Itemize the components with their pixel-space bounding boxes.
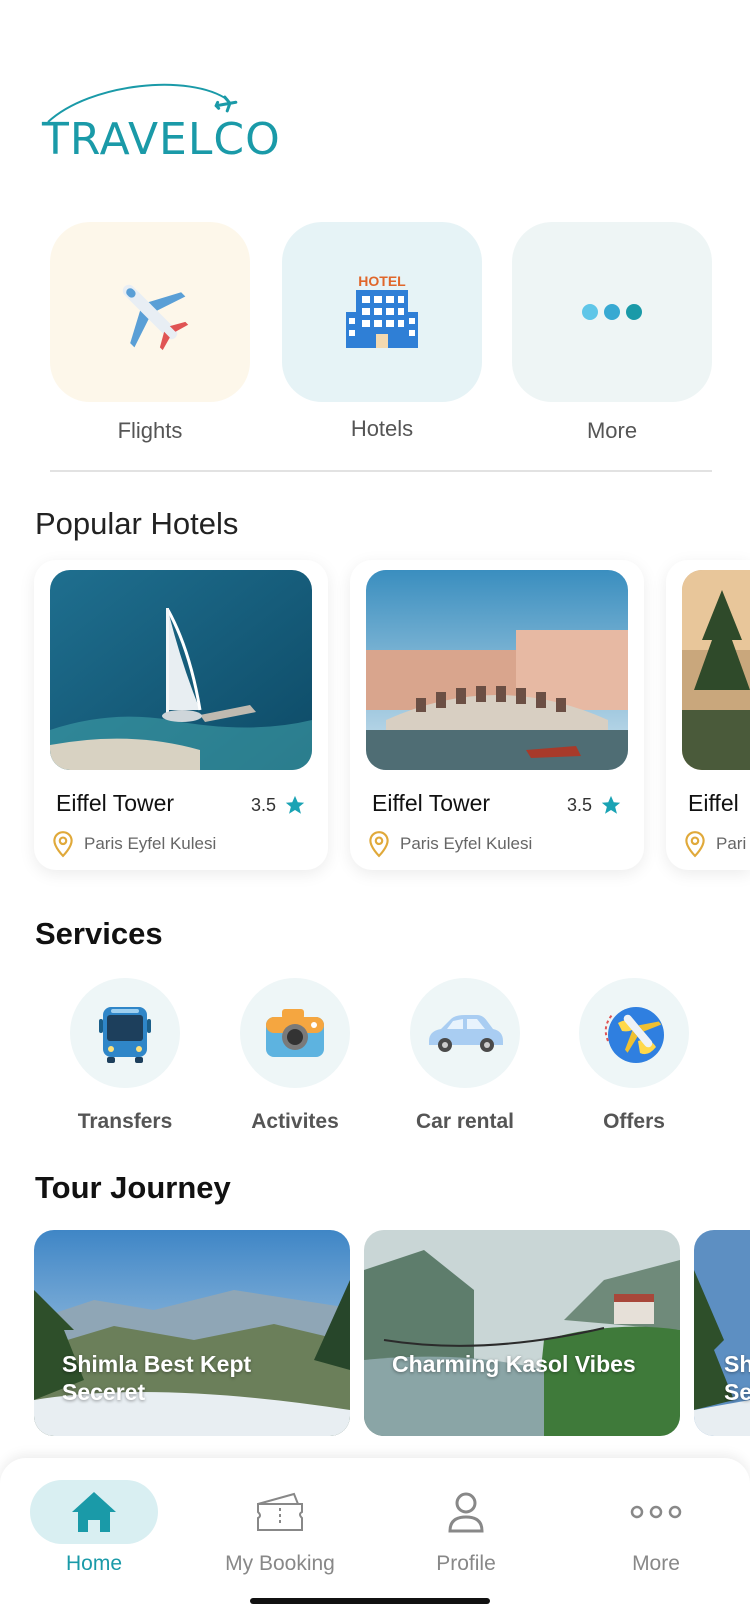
hotel-image (682, 570, 750, 770)
hotel-location: Paris Eyfel Kulesi (366, 830, 532, 858)
tour-card[interactable]: Shimla Best Kept Seceret (34, 1230, 350, 1436)
nav-label: My Booking (225, 1552, 335, 1575)
hotel-card[interactable]: Eiffel Tower 3.5 Paris Eyfel Kulesi (34, 560, 328, 870)
popular-hotels-title: Popular Hotels (35, 506, 239, 541)
service-circle[interactable] (410, 978, 520, 1088)
category-hotels[interactable]: HOTEL Hotels (282, 222, 482, 442)
camera-icon (266, 1009, 324, 1057)
service-label: Offers (603, 1110, 665, 1133)
location-pin-icon (369, 831, 389, 858)
hotel-image (366, 570, 628, 770)
location-pin-icon (685, 831, 705, 858)
hotel-image (50, 570, 312, 770)
nav-my-booking[interactable]: My Booking (200, 1480, 360, 1576)
ticket-icon (257, 1492, 303, 1531)
rating-value: 3.5 (250, 794, 276, 815)
star-icon (601, 795, 621, 814)
location-text: Pari (716, 834, 747, 853)
hotel-location: Paris Eyfel Kulesi (50, 830, 216, 858)
home-indicator (250, 1598, 490, 1604)
nav-more[interactable]: More (576, 1480, 736, 1576)
more-dots-icon (582, 304, 642, 320)
nav-icon-container[interactable] (592, 1480, 720, 1544)
service-circle[interactable] (70, 978, 180, 1088)
hotel-location: Pari (682, 830, 746, 858)
nav-label: More (632, 1552, 680, 1575)
tour-title: Charming Kasol Vibes (392, 1351, 636, 1377)
hotel-name: Eiffel (688, 790, 739, 816)
star-icon (285, 795, 305, 814)
hotel-name: Eiffel Tower (372, 790, 491, 816)
user-icon (448, 1492, 484, 1533)
category-tile[interactable]: HOTEL (282, 222, 482, 402)
home-icon (72, 1492, 116, 1532)
category-tile[interactable] (50, 222, 250, 402)
category-more[interactable]: More (512, 222, 712, 444)
category-flights[interactable]: Flights (50, 222, 250, 444)
app-logo: TRAVELCO (40, 78, 280, 168)
nav-home[interactable]: Home (14, 1480, 174, 1576)
globe-plane-icon (604, 1007, 664, 1063)
car-icon (429, 1015, 503, 1052)
location-pin-icon (53, 831, 73, 858)
category-label: Flights (117, 418, 183, 443)
logo-text: TRAVELCO (42, 114, 281, 165)
tour-card[interactable]: Sh Se (694, 1230, 750, 1436)
location-text: Paris Eyfel Kulesi (400, 834, 533, 853)
nav-icon-container[interactable] (30, 1480, 158, 1544)
category-label: Hotels (350, 416, 414, 441)
hotel-building-icon: HOTEL (346, 273, 418, 348)
hotel-rating: 3.5 (251, 794, 306, 816)
nav-label: Home (65, 1552, 123, 1575)
nav-label: Profile (436, 1552, 496, 1575)
nav-profile[interactable]: Profile (386, 1480, 546, 1576)
services-title: Services (35, 916, 163, 951)
bottom-nav: Home My Booking Profile More (0, 1458, 750, 1614)
category-label: More (586, 418, 638, 443)
service-car-rental[interactable]: Car rental (395, 978, 535, 1134)
service-activities[interactable]: Activites (225, 978, 365, 1134)
svg-text:HOTEL: HOTEL (358, 273, 406, 289)
hotel-rating: 3.5 (567, 794, 622, 816)
category-tile[interactable] (512, 222, 712, 402)
service-offers[interactable]: Offers (564, 978, 704, 1134)
nav-icon-container[interactable] (402, 1480, 530, 1544)
more-dots-icon (630, 1505, 682, 1519)
tour-title: Sh Se (724, 1351, 750, 1405)
service-transfers[interactable]: Transfers (55, 978, 195, 1134)
tour-journey-title: Tour Journey (35, 1170, 231, 1205)
bus-icon (99, 1007, 151, 1063)
rating-value: 3.5 (566, 794, 592, 815)
service-label: Activites (251, 1110, 339, 1133)
nav-icon-container[interactable] (216, 1480, 344, 1544)
hotel-card[interactable]: Eiffel Pari (666, 560, 750, 870)
service-label: Transfers (77, 1110, 173, 1133)
tour-image (364, 1230, 680, 1436)
location-text: Paris Eyfel Kulesi (84, 834, 217, 853)
airplane-icon (122, 284, 189, 351)
service-circle[interactable] (240, 978, 350, 1088)
tour-card[interactable]: Charming Kasol Vibes (364, 1230, 680, 1436)
hotel-name: Eiffel Tower (56, 790, 175, 816)
service-label: Car rental (415, 1110, 515, 1133)
hotel-card[interactable]: Eiffel Tower 3.5 Paris Eyfel Kulesi (350, 560, 644, 870)
service-circle[interactable] (579, 978, 689, 1088)
divider (50, 470, 712, 472)
tour-title: Shimla Best Kept Seceret (62, 1351, 252, 1405)
